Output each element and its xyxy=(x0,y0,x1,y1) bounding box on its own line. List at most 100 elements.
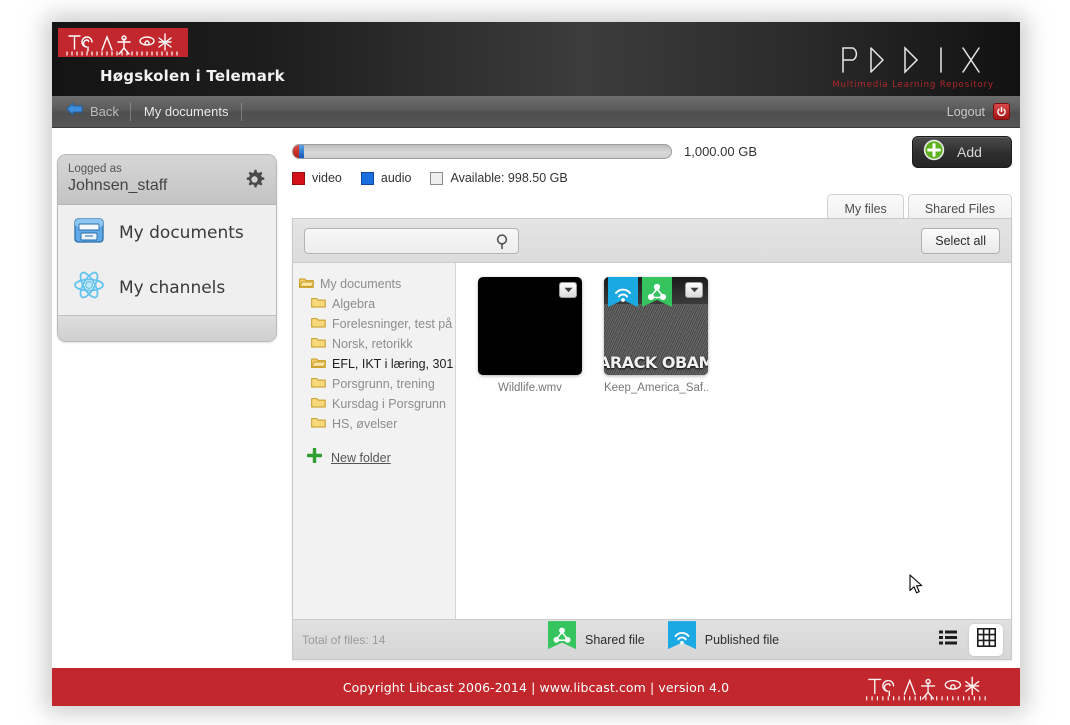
petroglyph-runes-icon xyxy=(58,28,188,57)
back-label: Back xyxy=(90,104,119,119)
folder-open-icon xyxy=(310,356,327,372)
file-item-keep-america-safe[interactable]: ARACK OBAM Keep_America_Saf.. xyxy=(604,277,708,394)
grid-icon xyxy=(976,628,996,652)
navigation-bar: Back My documents Logout xyxy=(52,96,1020,128)
folder-icon xyxy=(311,296,326,312)
logged-as-label: Logged as xyxy=(68,163,122,175)
storage-legend: video audio Available: 998.50 GB xyxy=(292,171,1012,185)
tree-folder-kursdag[interactable]: Kursdag i Porsgrunn xyxy=(293,394,455,414)
tree-folder-forelesninger[interactable]: Forelesninger, test på xyxy=(293,314,455,334)
file-browser-panel: Select all My documents Algebra Forelesn… xyxy=(292,218,1012,660)
arrow-left-icon xyxy=(66,102,83,121)
file-grid: Wildlife.wmv RACK OBAM Keep_America_Saf.… xyxy=(456,263,1011,619)
tree-folder-label: HS, øvelser xyxy=(332,417,398,431)
search-icon xyxy=(495,233,511,255)
page-footer: Copyright Libcast 2006-2014 | www.libcas… xyxy=(52,668,1020,706)
file-thumbnail[interactable] xyxy=(478,277,582,375)
nav-divider xyxy=(241,102,243,121)
sidebar-item-label: My documents xyxy=(119,222,244,243)
product-tagline: Multimedia Learning Repository xyxy=(832,80,994,90)
new-folder-button[interactable]: New folder xyxy=(293,434,455,468)
product-brand: Multimedia Learning Repository xyxy=(832,44,994,90)
list-icon xyxy=(939,630,957,650)
tree-folder-label: Forelesninger, test på xyxy=(332,317,453,331)
sidebar-user-header: Logged as Johnsen_staff xyxy=(58,155,276,206)
thumbnail-caption: ARACK OBAM xyxy=(604,353,708,372)
tree-folder-norsk[interactable]: Norsk, retorikk xyxy=(293,334,455,354)
legend-label-published: Published file xyxy=(704,632,780,647)
file-browser-toolbar: Select all xyxy=(293,219,1011,263)
file-thumbnail[interactable]: ARACK OBAM xyxy=(604,277,708,375)
select-all-button[interactable]: Select all xyxy=(921,227,1000,254)
total-files-label: Total of files: 14 xyxy=(302,632,386,647)
file-name-label: Keep_America_Saf.. xyxy=(604,382,708,394)
tree-folder-label: Porsgrunn, trening xyxy=(332,377,435,391)
legend-label-audio: audio xyxy=(380,171,412,185)
main-body: Logged as Johnsen_staff My documents My … xyxy=(52,128,1020,668)
back-button[interactable]: Back xyxy=(52,96,130,127)
application-window: Høgskolen i Telemark Multimedia Learning… xyxy=(52,22,1020,706)
folder-tree: My documents Algebra Forelesninger, test… xyxy=(293,263,456,619)
folder-icon xyxy=(311,376,326,392)
shared-ribbon-icon xyxy=(548,621,576,658)
add-button[interactable]: Add xyxy=(912,136,1012,168)
gear-icon[interactable] xyxy=(244,169,265,195)
folder-icon xyxy=(311,336,326,352)
storage-bar-audio-segment xyxy=(299,145,304,158)
folder-icon xyxy=(311,316,326,332)
file-item-wildlife[interactable]: Wildlife.wmv xyxy=(478,277,582,394)
shared-ribbon-icon xyxy=(642,277,672,311)
legend-label-video: video xyxy=(312,171,342,185)
tree-folder-hs-ovelser[interactable]: HS, øvelser xyxy=(293,414,455,434)
tree-folder-efl-ikt[interactable]: EFL, IKT i læring, 301 xyxy=(293,354,455,374)
sidebar-item-my-channels[interactable]: My channels xyxy=(58,260,276,315)
tree-folder-label: Kursdag i Porsgrunn xyxy=(332,397,446,411)
tree-folder-porsgrunn-trening[interactable]: Porsgrunn, trening xyxy=(293,374,455,394)
grid-view-button[interactable] xyxy=(969,624,1003,656)
user-sidebar: Logged as Johnsen_staff My documents My … xyxy=(57,154,277,343)
file-name-label: Wildlife.wmv xyxy=(498,382,562,394)
list-view-button[interactable] xyxy=(931,624,965,656)
status-legend: Shared file Published file xyxy=(548,620,793,659)
search-input[interactable] xyxy=(311,233,512,248)
folder-open-icon xyxy=(298,276,315,292)
atom-icon xyxy=(72,269,106,306)
footer-text: Copyright Libcast 2006-2014 | www.libcas… xyxy=(342,679,730,695)
storage-quota: 1,000.00 GB video audio Available: 998.5… xyxy=(292,144,1012,185)
folder-icon xyxy=(311,396,326,412)
institution-brand: Høgskolen i Telemark xyxy=(58,28,285,85)
folder-icon xyxy=(311,416,326,432)
chevron-down-icon[interactable] xyxy=(559,282,577,298)
tree-root-label: My documents xyxy=(320,277,402,291)
search-box[interactable] xyxy=(304,227,519,255)
sidebar-item-label: My channels xyxy=(119,277,226,298)
arrow-cursor xyxy=(909,574,925,601)
breadcrumb[interactable]: My documents xyxy=(131,104,242,119)
documents-box-icon xyxy=(72,214,106,251)
sidebar-footer xyxy=(58,315,276,342)
plus-icon xyxy=(306,447,323,468)
legend-swatch-audio xyxy=(360,171,374,185)
storage-bar xyxy=(292,144,672,159)
logout-label: Logout xyxy=(946,104,985,119)
petroglyph-runes-icon xyxy=(852,673,1002,706)
published-ribbon-icon xyxy=(608,277,638,311)
tree-folder-label: EFL, IKT i læring, 301 xyxy=(332,357,454,371)
legend-swatch-available xyxy=(430,171,444,185)
legend-label-shared: Shared file xyxy=(585,632,645,647)
file-browser-statusbar: Total of files: 14 Shared file Published… xyxy=(293,619,1011,659)
sidebar-item-my-documents[interactable]: My documents xyxy=(58,205,276,260)
plus-circle-icon xyxy=(923,139,945,166)
legend-swatch-video xyxy=(292,171,305,185)
sidebar-menu: My documents My channels xyxy=(58,205,276,316)
tree-folder-algebra[interactable]: Algebra xyxy=(293,294,455,314)
app-header: Høgskolen i Telemark Multimedia Learning… xyxy=(52,22,1020,96)
legend-label-available: Available: 998.50 GB xyxy=(450,171,568,185)
chevron-down-icon[interactable] xyxy=(685,282,703,298)
tree-root-my-documents[interactable]: My documents xyxy=(293,274,455,294)
tree-folder-label: Algebra xyxy=(332,297,376,311)
power-icon xyxy=(993,103,1010,120)
username-label: Johnsen_staff xyxy=(68,177,168,195)
view-toggle-group xyxy=(931,624,1003,656)
logout-button[interactable]: Logout xyxy=(947,96,1010,127)
